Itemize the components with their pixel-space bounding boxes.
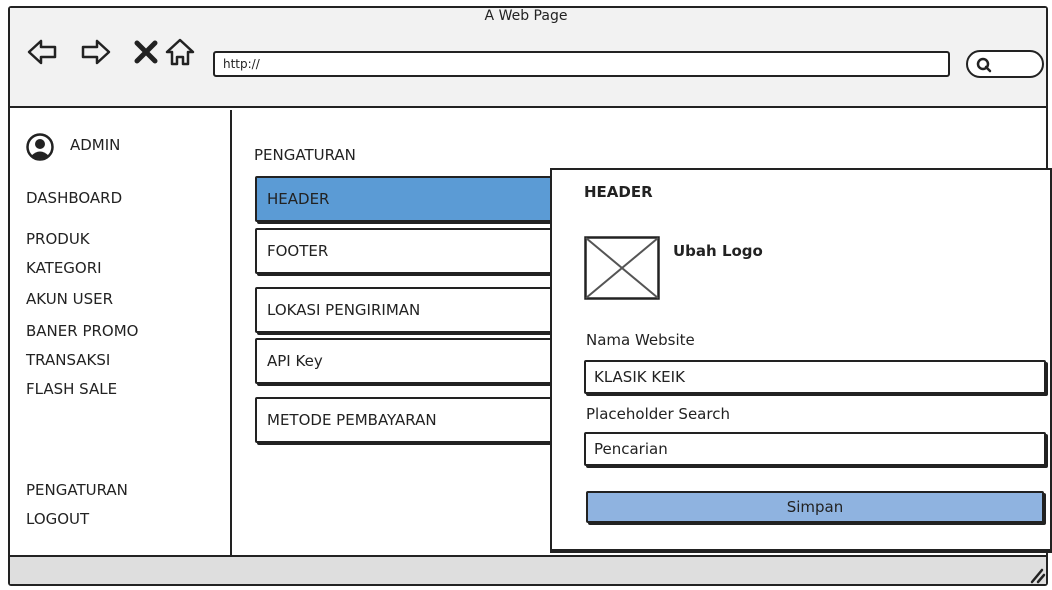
settings-tab-header[interactable]: HEADER [255, 176, 555, 222]
settings-tab-metode-pembayaran[interactable]: METODE PEMBAYARAN [255, 397, 555, 443]
sidebar-item-kategori[interactable]: KATEGORI [26, 259, 102, 277]
forward-arrow-icon[interactable] [80, 36, 112, 68]
settings-tab-footer[interactable]: FOOTER [255, 228, 555, 274]
search-icon [976, 57, 992, 73]
sidebar-item-produk[interactable]: PRODUK [26, 230, 90, 248]
resize-handle-icon[interactable] [1028, 566, 1046, 584]
search-placeholder-input[interactable]: Pencarian [584, 432, 1046, 466]
logo-image-placeholder-icon[interactable] [584, 236, 660, 300]
status-bar [10, 555, 1046, 584]
sidebar-item-akun-user[interactable]: AKUN USER [26, 290, 113, 308]
settings-title: PENGATURAN [254, 146, 356, 164]
close-x-icon[interactable] [130, 36, 162, 68]
sidebar-item-pengaturan[interactable]: PENGATURAN [26, 481, 128, 499]
website-name-label: Nama Website [586, 331, 695, 349]
sidebar-item-baner-promo[interactable]: BANER PROMO [26, 322, 138, 340]
back-arrow-icon[interactable] [26, 36, 58, 68]
url-bar[interactable]: http:// [213, 51, 950, 77]
window-title: A Web Page [484, 8, 568, 24]
admin-label: ADMIN [70, 136, 121, 154]
user-avatar-icon [26, 133, 54, 161]
sidebar-item-dashboard[interactable]: DASHBOARD [26, 189, 122, 207]
panel-title: HEADER [584, 183, 653, 201]
search-placeholder-label: Placeholder Search [586, 405, 730, 423]
sidebar-item-logout[interactable]: LOGOUT [26, 510, 89, 528]
browser-search-field[interactable] [966, 50, 1044, 78]
change-logo-link[interactable]: Ubah Logo [673, 242, 763, 260]
sidebar-item-flash-sale[interactable]: FLASH SALE [26, 380, 117, 398]
home-icon[interactable] [164, 36, 196, 68]
settings-tab-api-key[interactable]: API Key [255, 338, 555, 384]
website-name-input[interactable]: KLASIK KEIK [584, 360, 1046, 394]
sidebar-item-transaksi[interactable]: TRANSAKSI [26, 351, 110, 369]
save-button[interactable]: Simpan [586, 491, 1044, 523]
settings-tab-lokasi-pengiriman[interactable]: LOKASI PENGIRIMAN [255, 287, 555, 333]
